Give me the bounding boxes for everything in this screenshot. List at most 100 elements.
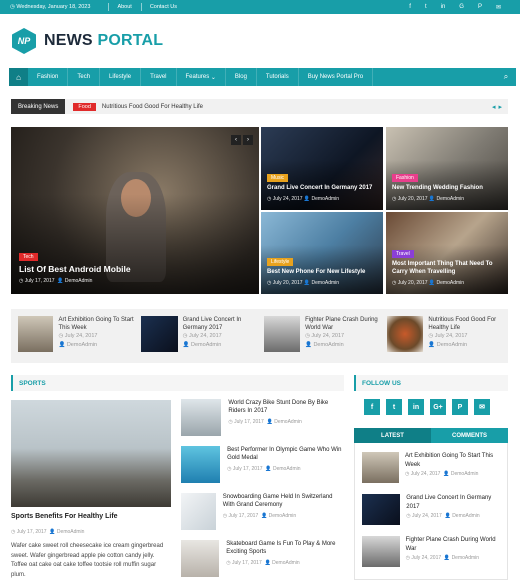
tile-title[interactable]: New Trending Wedding Fashion [392, 185, 483, 193]
item-title[interactable]: Nutritious Food Good For Healthy Life [428, 316, 505, 332]
category-badge[interactable]: Music [267, 174, 289, 183]
list-item[interactable]: Fighter Plane Crash During World War ◷ Ju… [362, 536, 502, 567]
nav-item-lifestyle[interactable]: Lifestyle [100, 68, 142, 86]
nav-item-features[interactable]: Features ⌄ [177, 68, 226, 86]
item-meta: ◷ July 17, 2017 👤 DemoAdmin [226, 559, 300, 566]
tile-meta: ◷ July 20, 2017 👤 DemoAdmin [392, 280, 465, 286]
nav-item-tutorials[interactable]: Tutorials [257, 68, 299, 86]
facebook-icon[interactable]: f [409, 4, 411, 11]
category-badge[interactable]: Travel [392, 250, 414, 259]
tab-comments[interactable]: COMMENTS [431, 428, 508, 443]
linkedin-icon[interactable]: in [441, 4, 446, 11]
featured-tile[interactable]: Travel Most Important Thing That Need To… [386, 212, 508, 294]
featured-tile[interactable]: Lifestyle Best New Phone For New Lifesty… [261, 212, 383, 294]
social-buttons: f t in G+ P ✉ [364, 399, 490, 415]
divider [140, 3, 142, 11]
list-item[interactable]: Skateboard Game Is Fun To Play & More Ex… [181, 540, 344, 586]
home-icon[interactable]: ⌂ [9, 68, 28, 86]
list-item[interactable]: Best Performer In Olympic Game Who Win G… [181, 446, 344, 492]
slider-next-icon[interactable]: › [243, 135, 253, 145]
item-meta: ◷ July 24, 2017 👤 DemoAdmin [405, 555, 480, 562]
item-date: ◷ July 24, 2017 [58, 333, 98, 340]
list-item[interactable]: Art Exhibition Going To Start This Week ◷… [18, 316, 136, 356]
item-title[interactable]: World Crazy Bike Stunt Done By Bike Ride… [228, 399, 344, 416]
tile-title[interactable]: Grand Live Concert In Germany 2017 [267, 185, 372, 193]
tile-title[interactable]: Most Important Thing That Need To Carry … [392, 261, 508, 277]
nav-item-travel[interactable]: Travel [141, 68, 177, 86]
sports-main-image[interactable] [11, 400, 171, 507]
list-item[interactable]: Grand Live Concert In Germany 2017 ◷ July… [141, 316, 259, 356]
twitter-icon[interactable]: t [425, 4, 427, 11]
thumbnail [362, 452, 399, 483]
site-logo[interactable]: NP NEWS PORTAL [12, 28, 163, 54]
sports-main-excerpt: Wafer cake sweet roll cheesecake ice cre… [11, 543, 164, 578]
top-bar: ◷ Wednesday, January 18, 2023 About Cont… [0, 0, 520, 14]
mail-icon[interactable]: ✉ [474, 399, 490, 415]
breaking-news-bar: Breaking News Food Nutritious Food Good … [11, 99, 508, 114]
pinterest-icon[interactable]: P [452, 399, 468, 415]
item-title[interactable]: Skateboard Game Is Fun To Play & More Ex… [226, 540, 344, 557]
tab-latest[interactable]: LATEST [354, 428, 431, 443]
facebook-icon[interactable]: f [364, 399, 380, 415]
list-item[interactable]: Grand Live Concert In Germany 2017 ◷ July… [362, 494, 502, 525]
featured-meta: ◷ July 17, 2017 👤 DemoAdmin [19, 278, 93, 284]
breaking-tag[interactable]: Food [73, 102, 96, 111]
sports-heading: SPORTS [11, 375, 344, 391]
item-title[interactable]: Best Performer In Olympic Game Who Win G… [227, 446, 344, 463]
item-title[interactable]: Grand Live Concert In Germany 2017 [183, 316, 259, 332]
item-meta: ◷ July 24, 2017 👤 DemoAdmin [404, 471, 479, 478]
list-item[interactable]: World Crazy Bike Stunt Done By Bike Ride… [181, 399, 344, 445]
contact-link[interactable]: Contact Us [150, 4, 177, 10]
item-title[interactable]: Art Exhibition Going To Start This Week [405, 452, 502, 469]
item-author: 👤 DemoAdmin [182, 341, 222, 348]
item-title[interactable]: Art Exhibition Going To Start This Week [58, 316, 136, 332]
sidebar-tabs: LATEST COMMENTS [354, 428, 508, 443]
slider-prev-icon[interactable]: ‹ [231, 135, 241, 145]
list-item[interactable]: Nutritious Food Good For Healthy Life ◷ J… [387, 316, 505, 356]
linkedin-icon[interactable]: in [408, 399, 424, 415]
search-icon[interactable]: ⌕ [496, 72, 516, 82]
category-badge[interactable]: Lifestyle [267, 258, 294, 267]
nav-item-tech[interactable]: Tech [68, 68, 101, 86]
featured-tile[interactable]: Music Grand Live Concert In Germany 2017… [261, 127, 383, 210]
sports-main-meta: ◷ July 17, 2017 👤 DemoAdmin [11, 529, 85, 535]
item-author: 👤 DemoAdmin [305, 341, 344, 348]
nav-item-buy-pro[interactable]: Buy News Portal Pro [299, 68, 374, 86]
prev-arrow-icon[interactable]: ◂ [492, 103, 496, 111]
google-plus-icon[interactable]: G [459, 4, 464, 11]
category-badge[interactable]: Tech [19, 252, 38, 261]
pinterest-icon[interactable]: P [478, 4, 482, 11]
thumbnail [181, 399, 222, 436]
follow-heading: FOLLOW US [354, 375, 508, 391]
thumbnail [181, 540, 220, 577]
item-title[interactable]: Snowboarding Game Held In Switzerland Wi… [223, 493, 344, 510]
nav-item-blog[interactable]: Blog [226, 68, 257, 86]
about-link[interactable]: About [117, 4, 131, 10]
sports-main-title[interactable]: Sports Benefits For Healthy Life [11, 513, 118, 520]
featured-title[interactable]: List Of Best Android Mobile [19, 264, 131, 275]
item-title[interactable]: Grand Live Concert In Germany 2017 [406, 494, 502, 511]
category-badge[interactable]: Fashion [392, 174, 418, 183]
item-meta: ◷ July 17, 2017 👤 DemoAdmin [222, 512, 297, 519]
breaking-headline[interactable]: Nutritious Food Good For Healthy Life [102, 104, 203, 110]
item-title[interactable]: Fighter Plane Crash During World War [406, 536, 502, 553]
list-item[interactable]: Fighter Plane Crash During World War ◷ Ju… [264, 316, 382, 356]
next-arrow-icon[interactable]: ▸ [498, 103, 502, 111]
thumbnail [362, 494, 401, 525]
list-item[interactable]: Snowboarding Game Held In Switzerland Wi… [181, 493, 344, 539]
item-author: 👤 DemoAdmin [58, 341, 98, 348]
logo-mark: NP [12, 28, 36, 54]
tile-title[interactable]: Best New Phone For New Lifestyle [267, 269, 365, 277]
thumbnail [387, 316, 424, 352]
thumbnail [264, 316, 301, 352]
mail-icon[interactable]: ✉ [496, 4, 501, 11]
nav-item-fashion[interactable]: Fashion [28, 68, 69, 86]
thumbnail [18, 316, 54, 352]
list-item[interactable]: Art Exhibition Going To Start This Week ◷… [362, 452, 502, 483]
thumbnail [181, 446, 221, 483]
twitter-icon[interactable]: t [386, 399, 402, 415]
item-title[interactable]: Fighter Plane Crash During World War [305, 316, 382, 332]
featured-main[interactable]: ‹ › Tech List Of Best Android Mobile ◷ J… [11, 127, 259, 294]
google-plus-icon[interactable]: G+ [430, 399, 446, 415]
featured-tile[interactable]: Fashion New Trending Wedding Fashion ◷ J… [386, 127, 508, 210]
